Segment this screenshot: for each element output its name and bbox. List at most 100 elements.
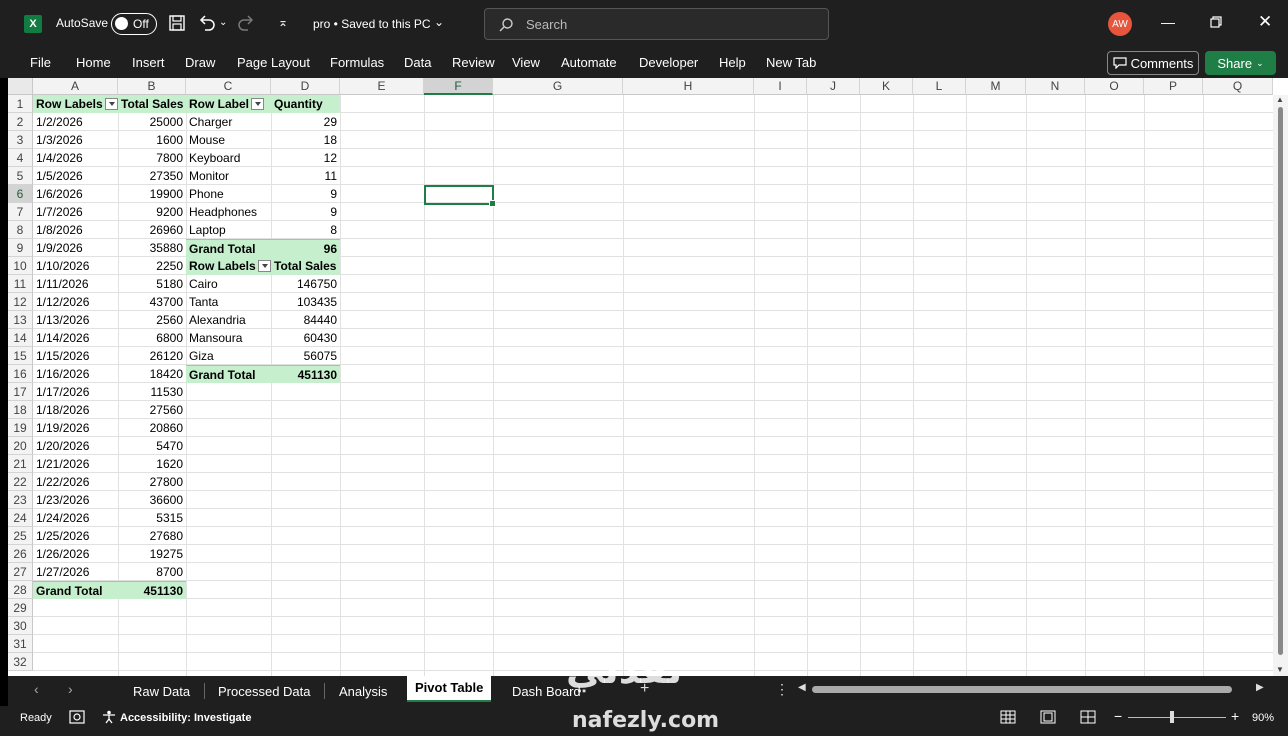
zoom-in-icon[interactable]: +	[1231, 708, 1239, 724]
table-row-value[interactable]: 8	[271, 221, 340, 239]
table-row-label[interactable]: 1/16/2026	[33, 365, 118, 383]
row-header-30[interactable]: 30	[8, 617, 33, 635]
table-row-value[interactable]: 18	[271, 131, 340, 149]
table-row-label[interactable]: 1/21/2026	[33, 455, 118, 473]
select-all-corner[interactable]	[8, 78, 33, 95]
chevron-right-icon[interactable]: ›	[68, 681, 73, 697]
restore-icon[interactable]	[1210, 16, 1222, 28]
redo-icon[interactable]	[236, 14, 256, 32]
row-header-2[interactable]: 2	[8, 113, 33, 131]
tab-home[interactable]: Home	[76, 55, 111, 70]
table-row-value[interactable]: 27680	[118, 527, 186, 545]
table-row-value[interactable]: 36600	[118, 491, 186, 509]
horizontal-scroll-thumb[interactable]	[812, 686, 1232, 693]
table-row-label[interactable]: 1/14/2026	[33, 329, 118, 347]
row-header-8[interactable]: 8	[8, 221, 33, 239]
vertical-scrollbar[interactable]: ▲ ▼	[1273, 95, 1288, 676]
tab-draw[interactable]: Draw	[185, 55, 215, 70]
table-row-label[interactable]: Mansoura	[186, 329, 271, 347]
row-header-29[interactable]: 29	[8, 599, 33, 617]
table-row-value[interactable]: 56075	[271, 347, 340, 365]
table-row-value[interactable]: 146750	[271, 275, 340, 293]
row-header-31[interactable]: 31	[8, 635, 33, 653]
tab-data[interactable]: Data	[404, 55, 431, 70]
table-row-label[interactable]: Mouse	[186, 131, 271, 149]
column-header-o[interactable]: O	[1085, 78, 1144, 95]
row-header-28[interactable]: 28	[8, 581, 33, 599]
row-header-27[interactable]: 27	[8, 563, 33, 581]
close-icon[interactable]: ✕	[1258, 12, 1272, 32]
column-header-d[interactable]: D	[271, 78, 340, 95]
row-header-1[interactable]: 1	[8, 95, 33, 113]
row-header-3[interactable]: 3	[8, 131, 33, 149]
pivot-header-label[interactable]: Row Labels	[33, 95, 118, 113]
table-row-label[interactable]: 1/11/2026	[33, 275, 118, 293]
table-row-label[interactable]: Alexandria	[186, 311, 271, 329]
row-header-13[interactable]: 13	[8, 311, 33, 329]
autosave-toggle[interactable]: Off	[111, 13, 157, 35]
table-row-label[interactable]: 1/24/2026	[33, 509, 118, 527]
row-header-18[interactable]: 18	[8, 401, 33, 419]
table-row-value[interactable]: 103435	[271, 293, 340, 311]
table-row-label[interactable]: 1/4/2026	[33, 149, 118, 167]
filter-dropdown-icon[interactable]	[257, 259, 271, 272]
table-row-label[interactable]: 1/22/2026	[33, 473, 118, 491]
table-row-value[interactable]: 9200	[118, 203, 186, 221]
table-row-label[interactable]: Keyboard	[186, 149, 271, 167]
table-row-label[interactable]: Cairo	[186, 275, 271, 293]
table-row-label[interactable]: 1/26/2026	[33, 545, 118, 563]
page-layout-view-icon[interactable]	[1040, 710, 1056, 727]
table-row-value[interactable]: 6800	[118, 329, 186, 347]
chevron-down-icon[interactable]: ⌄	[434, 15, 444, 29]
row-header-16[interactable]: 16	[8, 365, 33, 383]
scroll-right-icon[interactable]: ▶	[1256, 682, 1264, 693]
table-row-label[interactable]: 1/8/2026	[33, 221, 118, 239]
sheet-tab-raw-data[interactable]: Raw Data	[133, 684, 190, 699]
spreadsheet-grid[interactable]: A B C D E F G H I J K L M N O P Q 123456…	[8, 78, 1288, 676]
table-row-value[interactable]: 5180	[118, 275, 186, 293]
zoom-out-icon[interactable]: −	[1114, 708, 1122, 724]
tab-review[interactable]: Review	[452, 55, 495, 70]
pivot-header-value[interactable]: Total Sales	[271, 257, 340, 275]
table-row-label[interactable]: 1/12/2026	[33, 293, 118, 311]
table-row-value[interactable]: 2560	[118, 311, 186, 329]
table-row-value[interactable]: 35880	[118, 239, 186, 257]
table-row-value[interactable]: 19900	[118, 185, 186, 203]
table-row-label[interactable]: 1/3/2026	[33, 131, 118, 149]
tab-insert[interactable]: Insert	[132, 55, 165, 70]
tab-developer[interactable]: Developer	[639, 55, 698, 70]
grand-total-value[interactable]: 451130	[118, 581, 186, 599]
grand-total-label[interactable]: Grand Total	[186, 239, 271, 257]
table-row-value[interactable]: 8700	[118, 563, 186, 581]
table-row-value[interactable]: 19275	[118, 545, 186, 563]
document-title[interactable]: pro • Saved to this PC	[313, 17, 431, 31]
scroll-up-icon[interactable]: ▲	[1276, 95, 1284, 104]
table-row-label[interactable]: 1/18/2026	[33, 401, 118, 419]
customize-toolbar-icon[interactable]: ⌅	[278, 15, 288, 29]
table-row-label[interactable]: Charger	[186, 113, 271, 131]
scroll-left-icon[interactable]: ◀	[798, 682, 806, 693]
column-header-c[interactable]: C	[186, 78, 271, 95]
sheet-tab-processed-data[interactable]: Processed Data	[218, 684, 311, 699]
column-header-b[interactable]: B	[118, 78, 186, 95]
tab-view[interactable]: View	[512, 55, 540, 70]
tab-page-layout[interactable]: Page Layout	[237, 55, 310, 70]
tab-formulas[interactable]: Formulas	[330, 55, 384, 70]
macro-record-icon[interactable]	[69, 710, 85, 727]
column-header-i[interactable]: I	[754, 78, 807, 95]
table-row-label[interactable]: 1/10/2026	[33, 257, 118, 275]
row-header-22[interactable]: 22	[8, 473, 33, 491]
undo-dropdown-icon[interactable]: ⌄	[219, 17, 227, 28]
table-row-value[interactable]: 11	[271, 167, 340, 185]
row-header-6[interactable]: 6	[8, 185, 33, 203]
table-row-label[interactable]: Phone	[186, 185, 271, 203]
pivot-header-label[interactable]: Row Label	[186, 95, 271, 113]
row-header-10[interactable]: 10	[8, 257, 33, 275]
table-row-value[interactable]: 84440	[271, 311, 340, 329]
tab-file[interactable]: File	[30, 55, 51, 70]
filter-dropdown-icon[interactable]	[104, 97, 118, 110]
table-row-label[interactable]: 1/27/2026	[33, 563, 118, 581]
table-row-label[interactable]: 1/6/2026	[33, 185, 118, 203]
table-row-value[interactable]: 5470	[118, 437, 186, 455]
sheet-tab-analysis[interactable]: Analysis	[339, 684, 387, 699]
